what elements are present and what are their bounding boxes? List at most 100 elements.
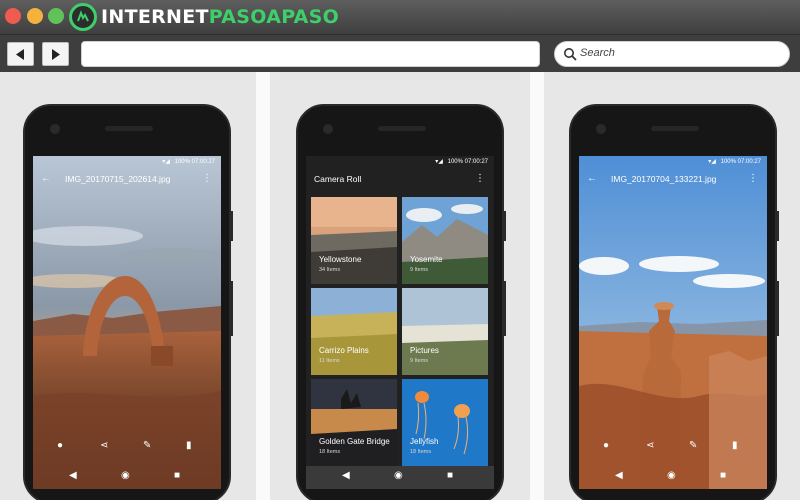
- battery-level: 100%: [174, 159, 190, 165]
- phone-screen: ▾◢ 100% 07:00:27 Camera Roll ⋮ Yellowsto…: [306, 156, 494, 489]
- photo-title: IMG_20170715_202614.jpg: [65, 174, 171, 184]
- info-icon[interactable]: ●: [603, 440, 609, 451]
- album-count: 11 Items: [319, 358, 340, 364]
- album-name: Pictures: [410, 346, 439, 355]
- overflow-menu-icon[interactable]: ⋮: [475, 168, 485, 190]
- close-window-button[interactable]: [5, 8, 21, 24]
- overflow-menu-icon[interactable]: ⋮: [202, 168, 212, 190]
- phone-mockup-2: ▾◢ 100% 07:00:27 Camera Roll ⋮ Yellowsto…: [296, 104, 506, 500]
- nav-back-icon[interactable]: ◀: [342, 470, 350, 481]
- album-count: 9 Items: [410, 267, 429, 273]
- status-time: 07:00:27: [191, 159, 215, 165]
- android-nav-bar: ◀ ◉ ■: [579, 466, 767, 489]
- forward-button[interactable]: [42, 42, 69, 66]
- status-bar: ▾◢ 100% 07:00:27: [33, 156, 221, 168]
- back-arrow-icon: [16, 49, 24, 60]
- brand-logo-prefix: INTERNET: [101, 6, 209, 28]
- volume-button: [776, 211, 779, 241]
- status-time: 07:00:27: [464, 159, 488, 165]
- search-placeholder: Search: [580, 47, 615, 59]
- volume-button: [230, 211, 233, 241]
- search-input[interactable]: Search: [554, 41, 790, 67]
- front-camera: [596, 124, 606, 134]
- album-tile[interactable]: Yellowstone 34 Items: [311, 197, 397, 284]
- album-count: 18 Items: [410, 449, 432, 455]
- back-button[interactable]: [7, 42, 34, 66]
- phone-mockup-3: ▾◢ 100% 07:00:27 ← IMG_20170704_133221.j…: [569, 104, 779, 500]
- album-name: Golden Gate Bridge: [319, 437, 390, 446]
- status-bar: ▾◢ 100% 07:00:27: [306, 156, 494, 168]
- brand-logo-text: INTERNETPASOAPASO: [101, 6, 339, 28]
- app-bar: Camera Roll ⋮: [306, 168, 494, 190]
- photo-action-bar: ● ⋖ ✎ ▮: [579, 436, 767, 458]
- status-bar: ▾◢ 100% 07:00:27: [579, 156, 767, 168]
- phone-screen: ▾◢ 100% 07:00:27 ← IMG_20170704_133221.j…: [579, 156, 767, 489]
- earpiece-speaker: [378, 126, 426, 131]
- album-tile[interactable]: Yosemite 9 Items: [402, 197, 488, 284]
- album-count: 34 Items: [319, 267, 341, 273]
- brand-logo-icon: [69, 3, 97, 31]
- maximize-window-button[interactable]: [48, 8, 64, 24]
- app-bar: ← IMG_20170704_133221.jpg ⋮: [579, 168, 767, 190]
- panel-gap: [256, 72, 270, 500]
- front-camera: [323, 124, 333, 134]
- album-tile[interactable]: Carrizo Plains 11 Items: [311, 288, 397, 375]
- nav-recents-icon[interactable]: ■: [720, 470, 726, 481]
- delete-icon[interactable]: ▮: [186, 440, 192, 451]
- nav-home-icon[interactable]: ◉: [121, 470, 130, 481]
- browser-title-bar: INTERNETPASOAPASO: [0, 0, 800, 34]
- album-name: Jellyfish: [410, 437, 439, 446]
- album-tile[interactable]: Pictures 9 Items: [402, 288, 488, 375]
- photo-title: IMG_20170704_133221.jpg: [611, 174, 717, 184]
- photo-action-bar: ● ⋖ ✎ ▮: [33, 436, 221, 458]
- android-nav-bar: ◀ ◉ ■: [306, 466, 494, 489]
- back-arrow-icon[interactable]: ←: [587, 168, 597, 190]
- app-bar: ← IMG_20170715_202614.jpg ⋮: [33, 168, 221, 190]
- nav-recents-icon[interactable]: ■: [447, 470, 453, 481]
- signal-wifi-icon: ▾◢: [162, 159, 170, 165]
- album-tile[interactable]: Golden Gate Bridge 18 Items: [311, 379, 397, 466]
- volume-button: [503, 211, 506, 241]
- phone-mockup-1: ▾◢ 100% 07:00:27 ← IMG_20170715_202614.j…: [23, 104, 233, 500]
- album-tile[interactable]: Jellyfish 18 Items: [402, 379, 488, 466]
- album-title: Camera Roll: [314, 174, 362, 184]
- edit-icon[interactable]: ✎: [143, 440, 151, 451]
- nav-back-icon[interactable]: ◀: [615, 470, 623, 481]
- album-name: Yosemite: [410, 255, 443, 264]
- android-nav-bar: ◀ ◉ ■: [33, 466, 221, 489]
- browser-toolbar: Search: [0, 34, 800, 72]
- power-button: [230, 281, 233, 336]
- album-name: Carrizo Plains: [319, 346, 369, 355]
- power-button: [503, 281, 506, 336]
- album-count: 9 Items: [410, 358, 429, 364]
- signal-wifi-icon: ▾◢: [708, 159, 716, 165]
- front-camera: [50, 124, 60, 134]
- overflow-menu-icon[interactable]: ⋮: [748, 168, 758, 190]
- edit-icon[interactable]: ✎: [689, 440, 697, 451]
- info-icon[interactable]: ●: [57, 440, 63, 451]
- nav-back-icon[interactable]: ◀: [69, 470, 77, 481]
- brand-logo-suffix: PASOAPASO: [208, 6, 340, 28]
- share-icon[interactable]: ⋖: [646, 440, 654, 451]
- phone-screen: ▾◢ 100% 07:00:27 ← IMG_20170715_202614.j…: [33, 156, 221, 489]
- battery-level: 100%: [447, 159, 463, 165]
- address-bar[interactable]: [81, 41, 540, 67]
- battery-level: 100%: [720, 159, 736, 165]
- minimize-window-button[interactable]: [27, 8, 43, 24]
- signal-wifi-icon: ▾◢: [435, 159, 443, 165]
- forward-arrow-icon: [52, 49, 60, 60]
- nav-home-icon[interactable]: ◉: [667, 470, 676, 481]
- nav-home-icon[interactable]: ◉: [394, 470, 403, 481]
- back-arrow-icon[interactable]: ←: [41, 168, 51, 190]
- album-count: 18 Items: [319, 449, 341, 455]
- panel-gap: [530, 72, 544, 500]
- delete-icon[interactable]: ▮: [732, 440, 738, 451]
- power-button: [776, 281, 779, 336]
- earpiece-speaker: [105, 126, 153, 131]
- share-icon[interactable]: ⋖: [100, 440, 108, 451]
- search-icon: [564, 48, 577, 61]
- earpiece-speaker: [651, 126, 699, 131]
- album-name: Yellowstone: [319, 255, 362, 264]
- nav-recents-icon[interactable]: ■: [174, 470, 180, 481]
- status-time: 07:00:27: [737, 159, 761, 165]
